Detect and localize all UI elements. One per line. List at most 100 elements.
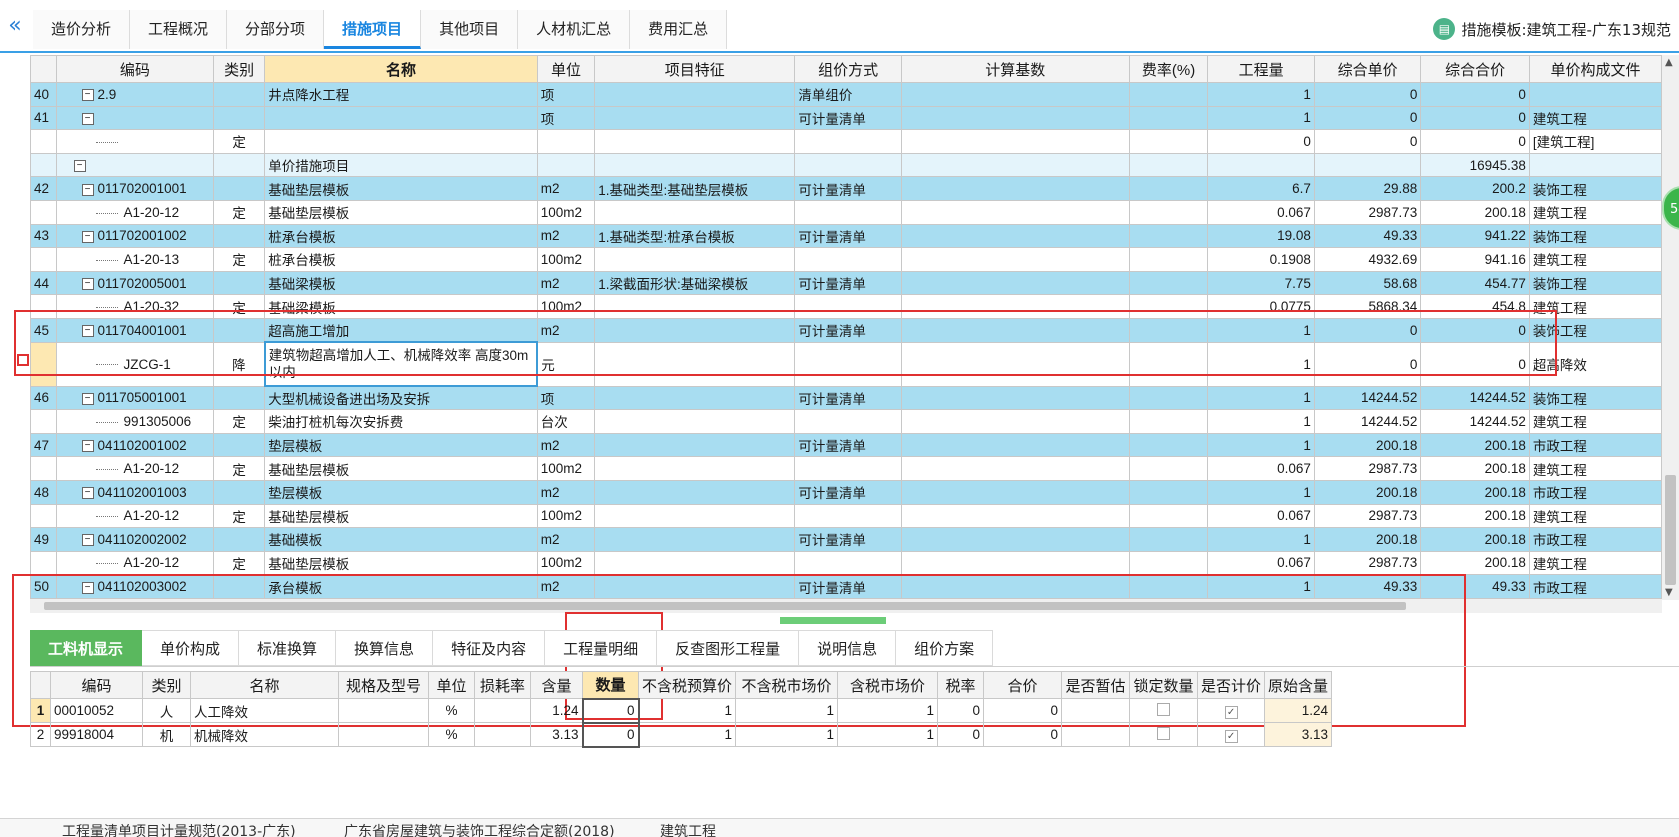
total-cell[interactable]: 0 xyxy=(1420,317,1530,343)
row-number[interactable] xyxy=(30,503,57,529)
price-file-cell[interactable] xyxy=(1528,82,1662,107)
row-number[interactable]: 40 xyxy=(30,82,57,107)
feature-cell[interactable] xyxy=(594,105,796,131)
unit-cell[interactable]: m2 xyxy=(536,223,596,249)
feature-cell[interactable] xyxy=(594,294,796,319)
col-unit-header[interactable]: 单位 xyxy=(536,55,596,83)
res-tax-rate-cell[interactable]: 0 xyxy=(937,722,985,747)
name-cell[interactable]: 建筑物超高增加人工、机械降效率 高度30m以内 xyxy=(263,341,539,388)
base-cell[interactable] xyxy=(900,550,1130,576)
res-col-lock-header[interactable]: 锁定数量 xyxy=(1129,671,1199,699)
method-cell[interactable] xyxy=(794,247,902,272)
res-pretax-budget-cell[interactable]: 1 xyxy=(637,722,737,747)
unit-price-cell[interactable]: 14244.52 xyxy=(1313,409,1422,434)
unit-price-cell[interactable]: 2987.73 xyxy=(1313,503,1422,529)
base-cell[interactable] xyxy=(900,432,1130,458)
res-qty-input[interactable]: 0 xyxy=(581,697,640,724)
unit-price-cell[interactable]: 2987.73 xyxy=(1313,456,1422,481)
name-cell[interactable]: 基础垫层模板 xyxy=(264,176,538,201)
base-cell[interactable] xyxy=(900,152,1130,178)
collapse-node-icon[interactable]: − xyxy=(81,534,94,547)
total-cell[interactable]: 49.33 xyxy=(1420,574,1530,599)
method-cell[interactable] xyxy=(794,550,902,576)
method-cell[interactable]: 可计量清单 xyxy=(794,105,902,131)
total-cell[interactable]: 200.18 xyxy=(1420,456,1530,481)
res-col-qty-header[interactable]: 数量 xyxy=(582,671,639,699)
unit-cell[interactable]: 100m2 xyxy=(536,247,596,272)
res-qty-input[interactable]: 0 xyxy=(581,721,640,748)
rate-cell[interactable] xyxy=(1128,223,1209,249)
price-file-cell[interactable]: 建筑工程 xyxy=(1528,247,1662,272)
category-cell[interactable]: 定 xyxy=(213,409,266,434)
price-file-cell[interactable]: 市政工程 xyxy=(1528,479,1662,505)
quantity-cell[interactable]: 0.1908 xyxy=(1207,247,1315,272)
res-pretax-market-cell[interactable]: 1 xyxy=(735,698,839,723)
price-file-cell[interactable]: [建筑工程] xyxy=(1528,129,1662,154)
collapse-node-icon[interactable]: − xyxy=(81,325,94,338)
total-cell[interactable]: 14244.52 xyxy=(1420,409,1530,434)
total-cell[interactable]: 0 xyxy=(1420,341,1530,387)
unit-cell[interactable]: 台次 xyxy=(536,409,596,434)
unit-price-cell[interactable]: 0 xyxy=(1313,82,1422,107)
unit-cell[interactable]: m2 xyxy=(536,176,596,201)
unit-price-cell[interactable]: 58.68 xyxy=(1313,270,1422,296)
res-name-cell[interactable]: 人工降效 xyxy=(190,698,339,723)
base-cell[interactable] xyxy=(900,479,1130,505)
unit-price-cell[interactable]: 2987.73 xyxy=(1313,199,1422,225)
res-content-cell[interactable]: 1.24 xyxy=(530,698,583,723)
lock-quantity-checkbox[interactable] xyxy=(1157,726,1171,740)
row-number[interactable] xyxy=(30,456,57,481)
total-cell[interactable]: 200.18 xyxy=(1420,503,1530,529)
quantity-cell[interactable] xyxy=(1207,152,1315,178)
resource-row[interactable]: 1 00010052 人人工降效% 1.24 0 1 1 1 0 0 ✓ 1.24 xyxy=(30,697,1333,724)
res-col-unit-header[interactable]: 单位 xyxy=(428,671,475,699)
row-number[interactable] xyxy=(30,341,57,387)
base-cell[interactable] xyxy=(900,503,1130,529)
unit-price-cell[interactable]: 4932.69 xyxy=(1313,247,1422,272)
name-cell[interactable]: 柴油打桩机每次安拆费 xyxy=(264,409,538,434)
total-cell[interactable]: 200.18 xyxy=(1420,479,1530,505)
unit-price-cell[interactable]: 29.88 xyxy=(1313,176,1422,201)
unit-price-cell[interactable]: 0 xyxy=(1313,317,1422,343)
name-cell[interactable]: 大型机械设备进出场及安拆 xyxy=(264,385,538,411)
res-content-cell[interactable]: 3.13 xyxy=(530,722,583,747)
category-cell[interactable] xyxy=(213,152,266,178)
table-row[interactable]: 43−011702001002 桩承台模板 m2 1.基础类型:桩承台模板 可计量清单 1… xyxy=(30,223,1662,249)
price-file-cell[interactable]: 市政工程 xyxy=(1528,527,1662,552)
method-cell[interactable]: 可计量清单 xyxy=(794,385,902,411)
unit-price-cell[interactable]: 49.33 xyxy=(1313,574,1422,599)
res-col-pretax-budget-header[interactable]: 不含税预算价 xyxy=(637,671,737,699)
collapse-node-icon[interactable]: − xyxy=(81,439,94,452)
method-cell[interactable]: 可计量清单 xyxy=(794,574,902,599)
rate-cell[interactable] xyxy=(1128,294,1209,319)
unit-price-cell[interactable]: 200.18 xyxy=(1313,432,1422,458)
unit-price-cell[interactable]: 0 xyxy=(1313,341,1422,387)
method-cell[interactable] xyxy=(794,129,902,154)
table-row[interactable]: 45−011704001001 超高施工增加 m2 可计量清单 1 0 0 装饰工程 xyxy=(30,317,1662,343)
base-cell[interactable] xyxy=(900,247,1130,272)
code-cell[interactable]: −011704001001 xyxy=(55,317,215,343)
unit-cell[interactable]: m2 xyxy=(536,270,596,296)
tab-fee-summary[interactable]: 费用汇总 xyxy=(630,10,728,49)
table-row[interactable]: A1-20-12 定基础垫层模板 100m2 0.067 2987.73 200.18 建筑… xyxy=(30,456,1662,481)
category-cell[interactable] xyxy=(213,223,266,249)
method-cell[interactable] xyxy=(794,294,902,319)
quantity-cell[interactable]: 19.08 xyxy=(1207,223,1315,249)
method-cell[interactable] xyxy=(794,152,902,178)
row-number[interactable] xyxy=(30,199,57,225)
feature-cell[interactable] xyxy=(594,199,796,225)
scroll-down-icon[interactable]: ▼ xyxy=(1665,587,1673,598)
is-priced-checkbox[interactable]: ✓ xyxy=(1224,729,1238,743)
category-cell[interactable]: 降 xyxy=(213,341,266,387)
table-row[interactable]: A1-20-12 定基础垫层模板 100m2 0.067 2987.73 200.18 建筑… xyxy=(30,503,1662,529)
rate-cell[interactable] xyxy=(1128,247,1209,272)
res-col-name-header[interactable]: 名称 xyxy=(190,671,339,699)
price-file-cell[interactable]: 建筑工程 xyxy=(1528,105,1662,131)
table-row[interactable]: A1-20-12 定基础垫层模板 100m2 0.067 2987.73 200.18 建筑… xyxy=(30,199,1662,225)
tab-features-content[interactable]: 特征及内容 xyxy=(433,630,546,666)
res-pretax-budget-cell[interactable]: 1 xyxy=(637,698,737,723)
tab-project-overview[interactable]: 工程概况 xyxy=(130,10,228,49)
measures-grid[interactable]: 编码 类别 名称 单位 项目特征 组价方式 计算基数 费率(%) 工程量 综合单… xyxy=(30,55,1662,600)
unit-price-cell[interactable]: 14244.52 xyxy=(1313,385,1422,411)
feature-cell[interactable] xyxy=(594,317,796,343)
